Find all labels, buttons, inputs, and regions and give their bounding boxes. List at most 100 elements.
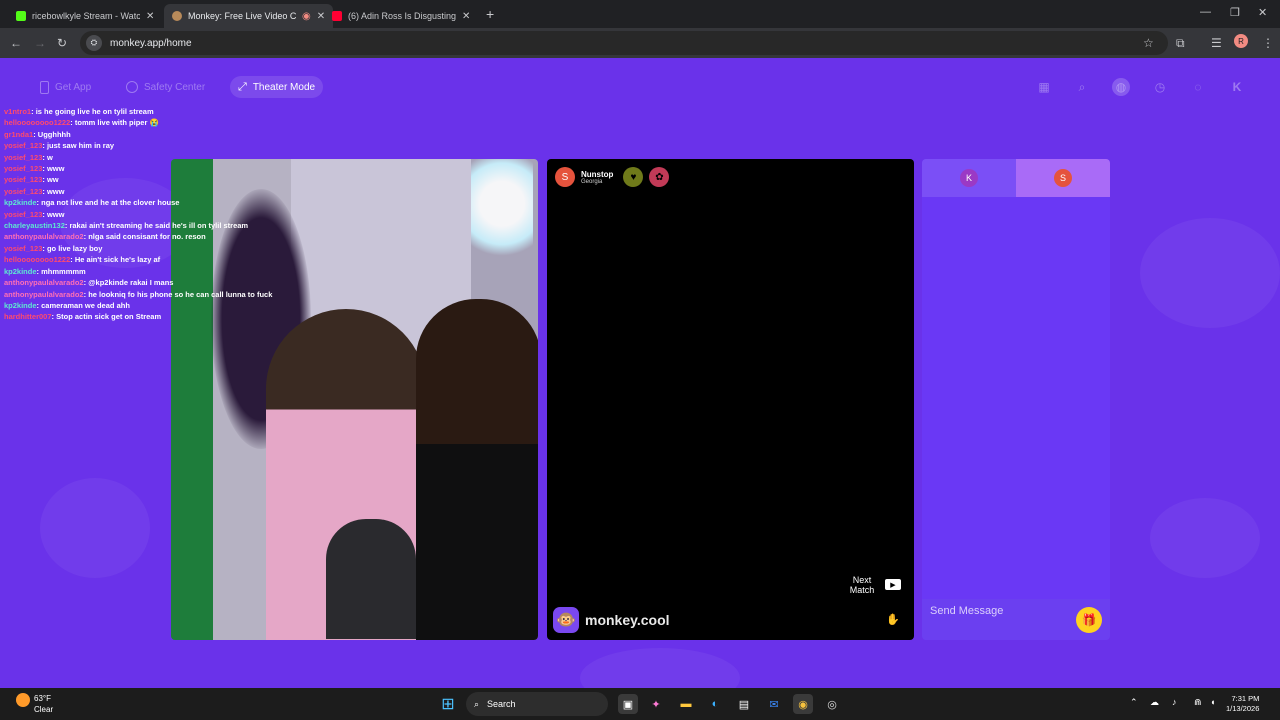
background-blob [40,478,150,578]
chat-username: yosief_123 [4,243,43,253]
tab-kick[interactable]: ricebowlkyle Stream - Watch Li ✕ [8,4,162,28]
hexagon-light [471,159,533,271]
chat-message: yosief_123: www [4,186,314,197]
chat-username: yosief_123 [4,141,43,151]
reload-icon[interactable]: ↻ [57,36,67,50]
safety-center-label: Safety Center [144,81,206,93]
chat-username: helloooooooo1222 [4,118,71,128]
chrome-icon[interactable]: ◉ [793,694,813,714]
chat-username: gr1nda1 [4,129,34,139]
chat-text: is he going live he on tylil stream [35,107,154,116]
wifi-icon[interactable]: ⋒ [1194,697,1202,708]
maximize-icon[interactable]: ❐ [1230,6,1240,19]
close-tab-icon[interactable]: ✕ [146,11,154,22]
explore-icon[interactable]: ◍ [1112,78,1130,96]
chat-username: yosief_123 [4,164,43,174]
streamer-person [416,299,538,640]
history-icon[interactable]: ◷ [1151,78,1169,96]
next-match-icon[interactable]: ▶ [885,579,901,590]
store-icon[interactable]: ▦ [1035,78,1053,96]
chat-message: helloooooooo1222: He ain't sick he's laz… [4,254,314,265]
chat-text: nga not live and he at the clover house [41,198,180,208]
chat-username: yosief_123 [4,175,43,185]
copilot-icon[interactable]: ✦ [646,694,666,714]
close-window-icon[interactable]: ✕ [1258,6,1267,19]
chat-username: yosief_123 [4,186,43,196]
store-icon[interactable]: ▤ [734,694,754,714]
chat-text: www [46,186,65,196]
chat-message: yosief_123: ww [4,174,314,185]
onedrive-icon[interactable]: ☁ [1150,697,1159,708]
gift-badge-icon[interactable]: ✿ [649,167,670,187]
new-tab-button[interactable]: + [486,6,494,22]
obs-icon[interactable]: ◎ [822,694,842,714]
chat-username: hardhitter007 [4,312,52,322]
chat-username: helloooooooo1222 [4,255,71,265]
kick-favicon-icon [16,11,26,21]
browser-profile-avatar[interactable]: R [1234,34,1248,48]
bookmark-star-icon[interactable]: ☆ [1143,36,1154,50]
address-bar[interactable]: ⛭ monkey.app/home [80,31,1168,55]
clock-time: 7:31 PM [1231,694,1260,703]
microphone-icon[interactable]: ♪ [1172,697,1177,707]
extensions-icon[interactable]: ⧉ [1176,36,1185,50]
weather-condition[interactable]: Clear [34,705,53,714]
chat-text: tomm live with piper 😭 [74,118,159,128]
next-match-label[interactable]: Next Match [847,575,877,595]
task-view-icon[interactable]: ▣ [618,694,638,714]
partner-location: Georgia [581,178,603,185]
theater-mode-button[interactable]: ⤢ Theater Mode [230,76,324,98]
profile-avatar[interactable]: K [1228,78,1246,96]
windows-taskbar: 63°F Clear ⊞ ⌕ Search ▣ ✦ ▬ ◐ ▤ ✉ ◉ ◎ ⌃ … [0,688,1280,720]
chat-text: www [46,164,65,174]
safety-center-button[interactable]: Safety Center [118,76,213,98]
gift-icon[interactable]: 🎁 [1076,607,1102,633]
minimize-icon[interactable]: — [1200,6,1211,18]
recording-icon: ◉ [302,10,311,22]
chat-text: nlga said consisant for no. reson [88,232,206,242]
monkey-page: Get App Safety Center ⤢ Theater Mode ▦ ⌕… [0,58,1280,688]
start-windows-icon[interactable]: ⊞ [438,694,458,714]
close-tab-icon[interactable]: ✕ [462,11,470,22]
forward-icon[interactable]: → [34,36,46,50]
chat-message: anthonypaulalvarado2: @kp2kinde rakai I … [4,277,314,288]
messages-icon[interactable]: ◌ [1189,78,1207,96]
taskbar-clock[interactable]: 7:31 PM 1/13/2026 [1226,694,1259,714]
weather-temp[interactable]: 63°F [34,694,51,703]
send-message-bar: 🎁 [922,599,1110,640]
tab-monkey[interactable]: Monkey: Free Live Video Ch ◉ ✕ [164,4,334,28]
chat-username: anthonypaulalvarado2 [4,232,84,242]
menu-kebab-icon[interactable]: ⋮ [1262,36,1274,50]
partner-info[interactable]: S Nunstop Georgia ♥ ✿ [555,167,670,187]
taskbar-search[interactable]: ⌕ Search [466,692,608,716]
chat-message: kp2kinde: cameraman we dead ahh [4,300,314,311]
volume-icon[interactable]: ◖ [1210,697,1215,707]
chat-username: kp2kinde [4,198,37,208]
tab-search-icon[interactable]: ☰ [1211,36,1222,50]
chat-text: just saw him in ray [46,141,115,151]
partner-avatar: S [555,167,575,187]
file-explorer-icon[interactable]: ▬ [676,694,696,714]
weather-icon[interactable] [16,693,30,707]
report-hand-icon[interactable]: ✋ [886,613,900,629]
youtube-favicon-icon [332,11,342,21]
chat-text: w [46,152,53,162]
chat-message: charleyaustin132: rakai ain't streaming … [4,220,314,231]
edge-icon[interactable]: ◐ [705,694,725,714]
send-message-input[interactable] [930,605,1070,617]
show-hidden-icons-chevron-icon[interactable]: ⌃ [1130,697,1138,708]
tab-title: (6) Adin Ross Is Disgusting - Yo [348,11,456,21]
get-app-button[interactable]: Get App [32,76,99,98]
chat-text: mhmmmmm [41,266,86,276]
back-icon[interactable]: ← [10,36,22,50]
monkey-logo-icon: 🐵 [553,607,579,633]
chat-text: ww [46,175,59,185]
heart-badge-icon[interactable]: ♥ [623,167,644,187]
chat-message: yosief_123: w [4,152,314,163]
chat-text: He ain't sick he's lazy af [74,255,161,265]
mail-icon[interactable]: ✉ [764,694,784,714]
chat-message: helloooooooo1222: tomm live with piper 😭 [4,117,314,128]
site-info-icon[interactable]: ⛭ [86,35,102,51]
tab-youtube[interactable]: (6) Adin Ross Is Disgusting - Yo ✕ [324,4,478,28]
search-icon[interactable]: ⌕ [1073,78,1091,96]
